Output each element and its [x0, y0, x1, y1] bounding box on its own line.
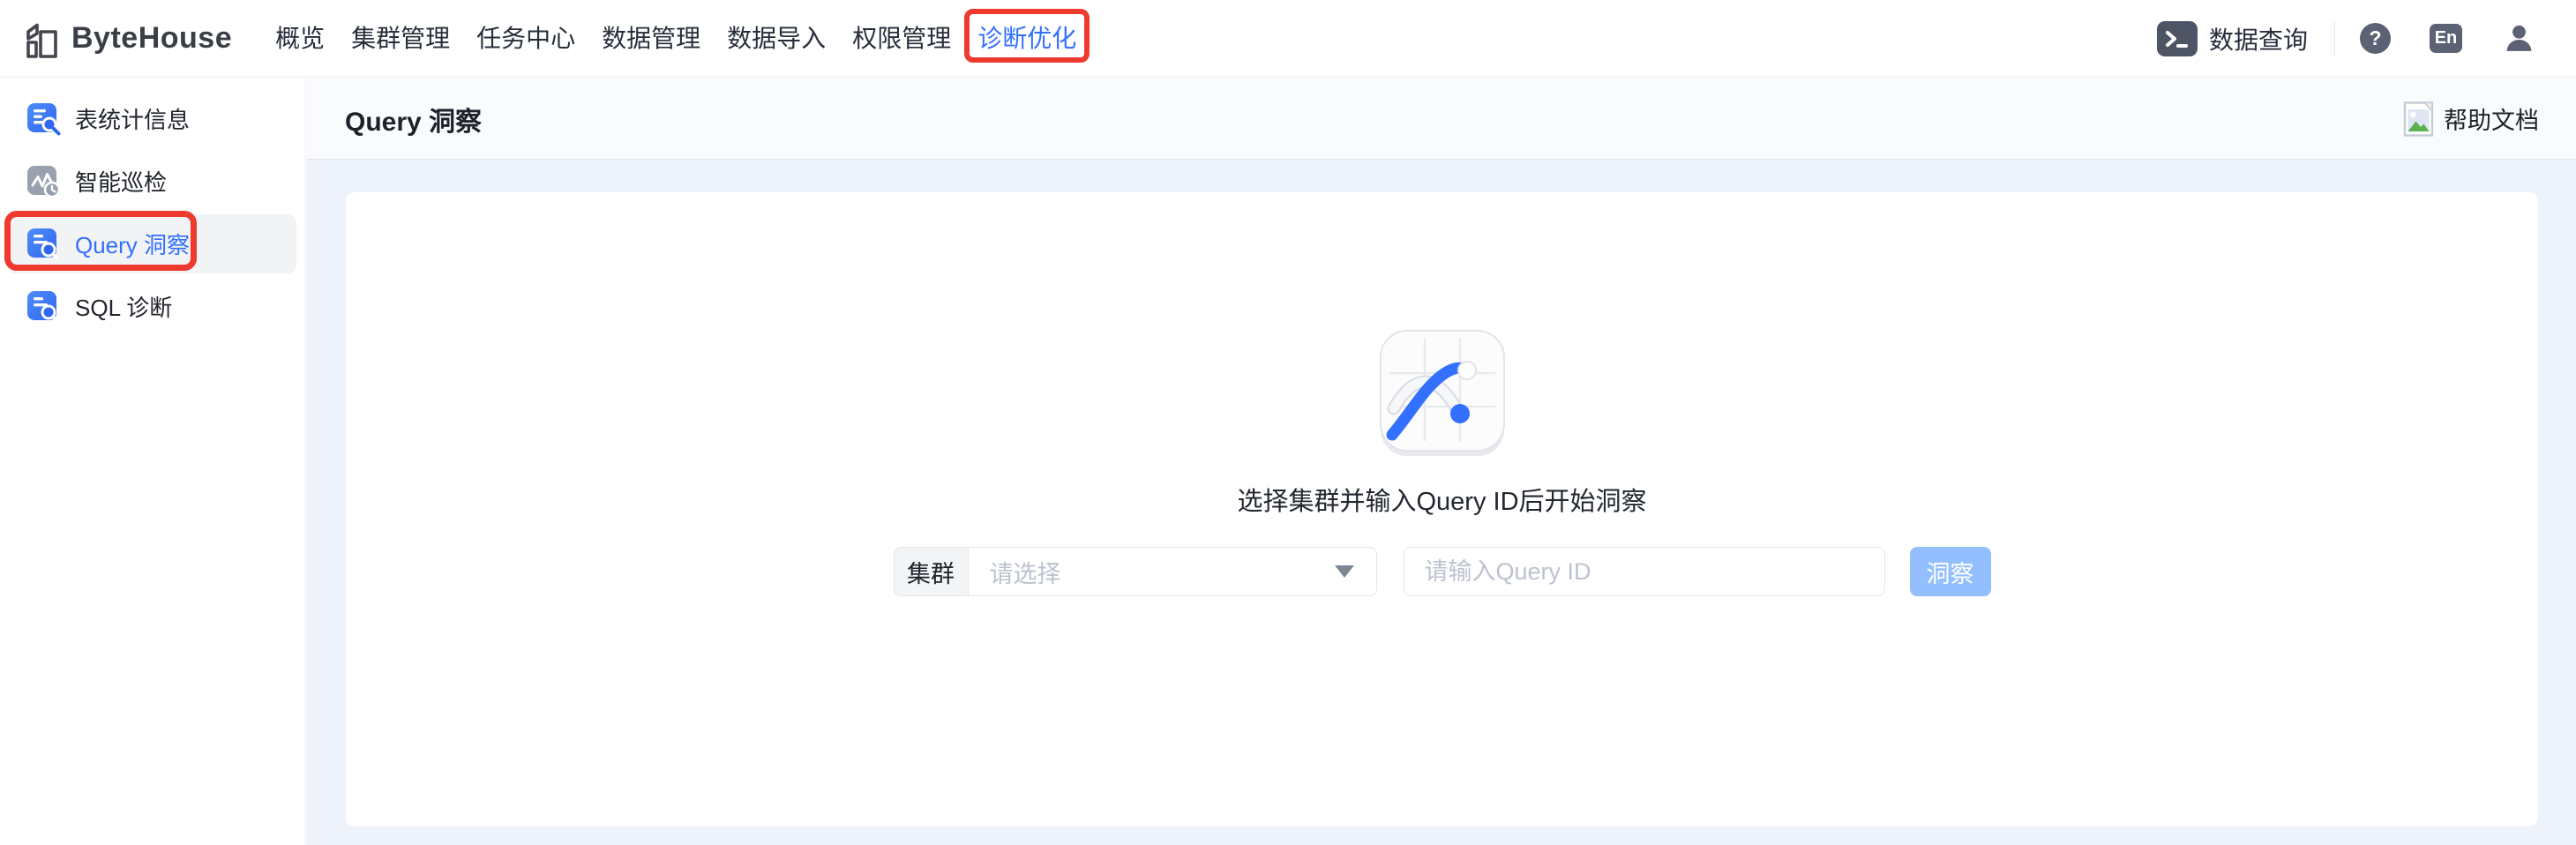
inspection-trend-clock-icon [26, 164, 62, 199]
nav-item-label: 诊断优化 [977, 24, 1077, 52]
sidebar-item-sql-diagnosis[interactable]: SQL 诊断 [0, 275, 305, 338]
primary-nav: 概览 集群管理 任务中心 数据管理 数据导入 权限管理 诊断优化 [273, 8, 1090, 63]
brand-name: ByteHouse [71, 21, 233, 55]
data-query-button[interactable]: 数据查询 [2156, 20, 2308, 56]
cluster-select-group: 集群 请选择 [893, 547, 1377, 596]
topnav-right-actions: 数据查询 ? En [2156, 20, 2535, 56]
sidebar: 表统计信息 智能巡检 Query 洞察 SQL 诊断 [0, 79, 306, 845]
cluster-addon-label: 集群 [894, 548, 969, 595]
sidebar-item-label: Query 洞察 [75, 232, 191, 258]
main-content: Query 洞察 帮助文档 选择集群并输入Query ID后开始洞察 集群 请选… [307, 79, 2576, 845]
query-id-input[interactable] [1403, 547, 1885, 596]
sidebar-item-label: 智能巡检 [75, 169, 168, 196]
broken-image-icon [2403, 101, 2434, 137]
table-stats-search-icon [26, 101, 62, 137]
nav-item-cluster-management[interactable]: 集群管理 [349, 21, 452, 56]
sidebar-item-label: 表统计信息 [75, 107, 191, 133]
nav-item-permission-management[interactable]: 权限管理 [850, 21, 953, 56]
insight-submit-button[interactable]: 洞察 [1909, 547, 1991, 596]
caret-down-icon [1334, 565, 1354, 578]
bytehouse-console-page: ByteHouse 概览 集群管理 任务中心 数据管理 数据导入 权限管理 诊断… [0, 0, 2576, 845]
line-chart-tile-icon [1375, 327, 1509, 460]
help-doc-label: 帮助文档 [2444, 108, 2539, 134]
terminal-icon [2156, 20, 2198, 56]
top-navigation-bar: ByteHouse 概览 集群管理 任务中心 数据管理 数据导入 权限管理 诊断… [0, 0, 2576, 78]
query-insight-card: 选择集群并输入Query ID后开始洞察 集群 请选择 洞察 [346, 192, 2538, 826]
cluster-select-placeholder: 请选择 [989, 560, 1061, 587]
cluster-select[interactable]: 请选择 [969, 548, 1376, 595]
insight-form: 集群 请选择 洞察 [893, 547, 1991, 596]
vertical-divider [2334, 21, 2335, 56]
empty-state-hint: 选择集群并输入Query ID后开始洞察 [1237, 488, 1647, 516]
sidebar-item-table-stats[interactable]: 表统计信息 [0, 87, 305, 150]
sidebar-item-query-insight[interactable]: Query 洞察 [0, 213, 305, 275]
building-logo-icon [23, 18, 62, 60]
help-doc-link[interactable]: 帮助文档 [2403, 101, 2539, 137]
query-insight-doc-search-icon [26, 227, 62, 262]
nav-item-data-management[interactable]: 数据管理 [600, 21, 702, 56]
sidebar-item-smart-inspection[interactable]: 智能巡检 [0, 150, 305, 213]
bytehouse-logo[interactable]: ByteHouse [23, 18, 232, 60]
help-question-icon[interactable]: ? [2360, 23, 2391, 54]
nav-item-data-import[interactable]: 数据导入 [725, 21, 827, 56]
language-en-icon[interactable]: En [2430, 24, 2462, 53]
sql-diagnosis-doc-search-icon [26, 289, 62, 325]
nav-item-diagnosis-optimization[interactable]: 诊断优化 [964, 8, 1090, 63]
content-area: 选择集群并输入Query ID后开始洞察 集群 请选择 洞察 [307, 160, 2576, 845]
page-title: Query 洞察 [345, 107, 483, 137]
nav-item-task-center[interactable]: 任务中心 [475, 21, 577, 56]
user-avatar-icon[interactable] [2503, 22, 2535, 55]
page-header: Query 洞察 帮助文档 [307, 79, 2576, 160]
sidebar-item-label: SQL 诊断 [75, 295, 173, 321]
nav-item-overview[interactable]: 概览 [273, 21, 326, 56]
data-query-label: 数据查询 [2208, 26, 2308, 54]
